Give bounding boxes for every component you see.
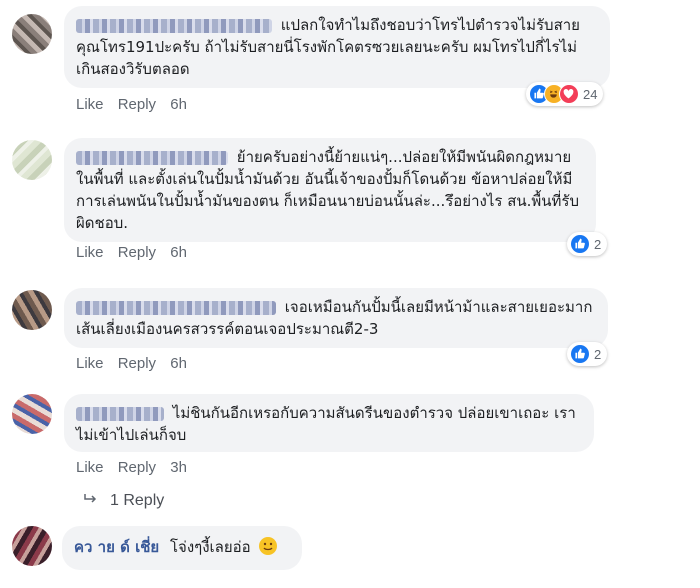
comment-bubble: แปลกใจทำไมถึงชอบว่าโทรไปตำรวจไม่รับสาย ค… [64,6,610,88]
replies-count-label: 1 Reply [110,492,165,509]
reaction-count: 2 [594,236,602,252]
smile-emoji-icon [259,537,278,555]
reply-button[interactable]: Reply [118,96,156,113]
reply-button[interactable]: Reply [118,244,156,261]
reply-button[interactable]: Reply [118,459,156,476]
avatar[interactable] [12,14,52,54]
author-name-blurred[interactable] [76,300,276,315]
like-icon [570,234,590,254]
author-name-blurred[interactable] [76,406,164,421]
comment-actions: Like Reply 3h [76,459,197,476]
reaction-summary[interactable]: 24 [526,82,604,106]
comment-bubble: ไม่ชินกันอีกเหรอกับความสันดรีนของตำรวจ ป… [64,394,594,452]
comment-actions: Like Reply 6h [76,96,197,113]
like-button[interactable]: Like [76,96,104,113]
avatar[interactable] [12,290,52,330]
author-name-blurred[interactable] [76,150,228,165]
like-icon [570,344,590,364]
timestamp[interactable]: 3h [170,459,187,476]
reaction-summary[interactable]: 2 [567,342,608,366]
reaction-count: 2 [594,346,602,362]
love-icon [559,84,579,104]
timestamp[interactable]: 6h [170,355,187,372]
reaction-count: 24 [583,86,598,102]
avatar[interactable] [12,394,52,434]
reply-arrow-icon [84,492,98,510]
comment-bubble: ย้ายครับอย่างนี้ย้ายแน่ๆ...ปล่อยให้มีพนั… [64,138,596,242]
avatar[interactable] [12,526,52,566]
reply-button[interactable]: Reply [118,355,156,372]
timestamp[interactable]: 6h [170,96,187,113]
timestamp[interactable]: 6h [170,244,187,261]
author-name[interactable]: คว าย ด์ เชี่ย [74,538,159,556]
author-name-blurred[interactable] [76,18,272,33]
comment-actions: Like Reply 6h [76,355,197,372]
like-button[interactable]: Like [76,355,104,372]
comment-bubble: เจอเหมือนกันปั้มนี้เลยมีหน้าม้าและสายเยอ… [64,288,608,348]
comment-text: โจ่งๆงี้เลยอ่อ [169,538,251,556]
comment-actions: Like Reply 6h [76,244,197,261]
like-button[interactable]: Like [76,459,104,476]
comment-bubble: คว าย ด์ เชี่ย โจ่งๆงี้เลยอ่อ [62,526,302,570]
view-replies-link[interactable]: 1 Reply [84,492,164,510]
avatar[interactable] [12,140,52,180]
like-button[interactable]: Like [76,244,104,261]
reaction-summary[interactable]: 2 [567,232,608,256]
